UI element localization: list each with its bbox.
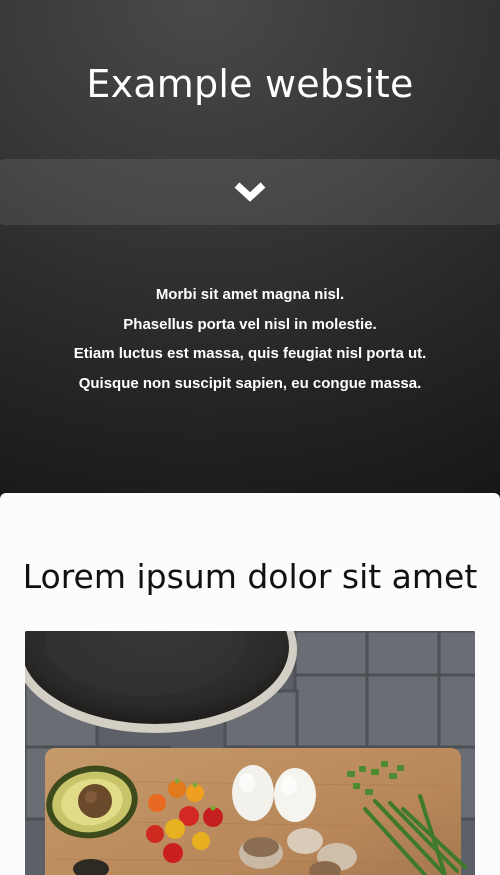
content-heading: Lorem ipsum dolor sit amet: [22, 557, 478, 596]
nav-toggle-button[interactable]: [0, 159, 500, 225]
intro-line: Phasellus porta vel nisl in molestie.: [123, 315, 377, 333]
chevron-down-icon: [233, 181, 267, 203]
intro-line: Morbi sit amet magna nisl.: [155, 286, 345, 303]
intro-line: Etiam luctus est massa, quis feugiat nis…: [73, 345, 427, 362]
site-title: Example website: [86, 62, 414, 106]
intro-text: Morbi sit amet magna nisl. Phasellus por…: [0, 280, 500, 398]
food-photo: [25, 631, 475, 875]
main-content: Lorem ipsum dolor sit amet: [0, 493, 500, 875]
hero-section: Example website Morbi sit amet magna nis…: [0, 0, 500, 505]
intro-line: Quisque non suscipit sapien, eu congue m…: [78, 374, 422, 392]
